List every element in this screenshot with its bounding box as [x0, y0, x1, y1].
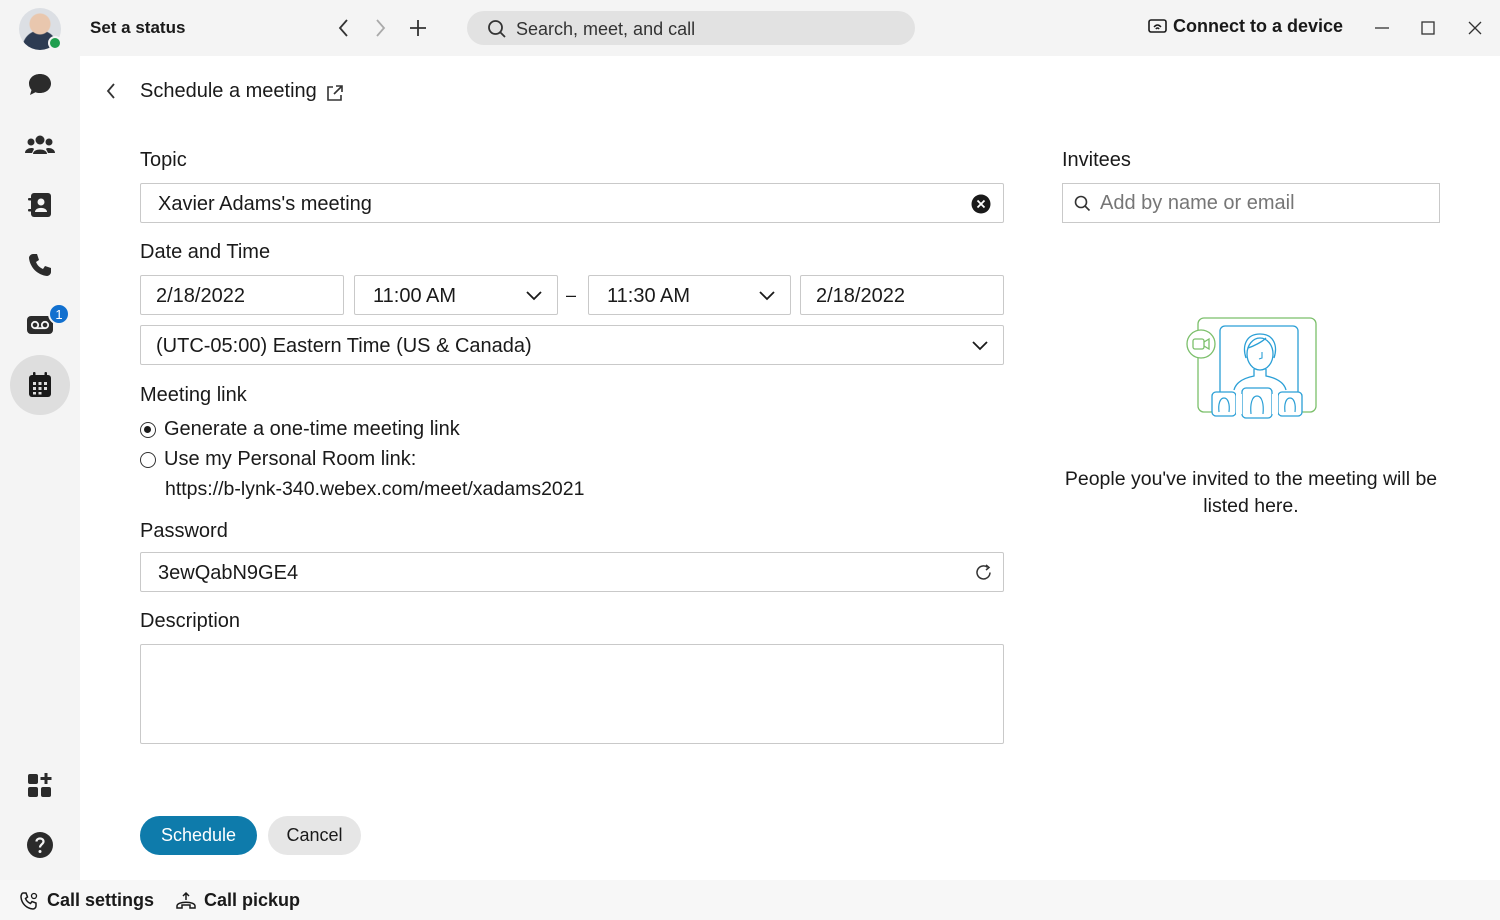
- password-label: Password: [140, 520, 228, 542]
- plus-icon: [410, 20, 426, 36]
- chevron-left-icon: [338, 19, 348, 37]
- maximize-icon: [1421, 21, 1435, 35]
- topic-label: Topic: [140, 149, 187, 171]
- invitee-search-input[interactable]: Add by name or email: [1062, 183, 1440, 223]
- password-field[interactable]: 3ewQabN9GE4: [140, 552, 1004, 592]
- presence-indicator: [48, 36, 62, 50]
- device-icon: [1148, 18, 1167, 33]
- chevron-left-icon: [106, 83, 115, 99]
- personal-room-label: Use my Personal Room link:: [164, 448, 417, 470]
- end-date-value: 2/18/2022: [816, 285, 905, 307]
- page-title: Schedule a meeting: [140, 80, 317, 102]
- one-time-link-label: Generate a one-time meeting link: [164, 418, 460, 440]
- top-bar: Set a status Search, meet, and call Conn…: [0, 0, 1500, 56]
- topic-field[interactable]: Xavier Adams's meeting: [140, 183, 1004, 223]
- set-status-button[interactable]: Set a status: [90, 18, 185, 38]
- app-window: Set a status Search, meet, and call Conn…: [0, 0, 1500, 920]
- chevron-down-icon: [759, 291, 775, 301]
- personal-room-url: https://b-lynk-340.webex.com/meet/xadams…: [165, 478, 585, 500]
- back-nav-button[interactable]: [330, 14, 358, 42]
- rail-item-teams[interactable]: [20, 125, 60, 165]
- start-time-value: 11:00 AM: [373, 285, 457, 307]
- contacts-icon: [28, 193, 51, 217]
- chevron-down-icon: [526, 291, 542, 301]
- rail-item-apps[interactable]: [20, 765, 60, 805]
- chevron-down-icon: [972, 341, 988, 351]
- end-date-field[interactable]: 2/18/2022: [800, 275, 1004, 315]
- one-time-link-option[interactable]: Generate a one-time meeting link: [140, 418, 460, 441]
- help-icon: [27, 832, 53, 858]
- schedule-button[interactable]: Schedule: [140, 816, 257, 855]
- end-time-value: 11:30 AM: [607, 285, 691, 307]
- apps-grid-icon: [28, 773, 52, 797]
- rail-item-help[interactable]: [20, 825, 60, 865]
- start-date-field[interactable]: 2/18/2022: [140, 275, 344, 315]
- radio-unselected[interactable]: [140, 451, 156, 468]
- search-icon: [488, 20, 506, 38]
- chat-bubble-icon: [29, 74, 51, 95]
- rail-item-messaging[interactable]: [20, 65, 60, 105]
- date-time-label: Date and Time: [140, 241, 271, 263]
- search-input[interactable]: Search, meet, and call: [467, 11, 915, 45]
- external-link-icon: [327, 85, 343, 101]
- invitees-label: Invitees: [1062, 149, 1131, 171]
- voicemail-count-badge: 1: [48, 303, 70, 325]
- description-textarea[interactable]: [140, 644, 1004, 744]
- chevron-right-icon: [376, 19, 386, 37]
- rail-item-contacts[interactable]: [20, 185, 60, 225]
- description-label: Description: [140, 610, 241, 632]
- bottom-bar: Call settings Call pickup: [0, 880, 1500, 920]
- clear-icon[interactable]: [971, 194, 991, 214]
- call-pickup-icon: [176, 891, 196, 909]
- teams-icon: [25, 135, 55, 154]
- new-button[interactable]: [404, 14, 432, 42]
- personal-room-option[interactable]: Use my Personal Room link:: [140, 448, 416, 471]
- invitees-empty-message: People you've invited to the meeting wil…: [1064, 468, 1438, 517]
- start-time-select[interactable]: 11:00 AM: [354, 275, 558, 315]
- refresh-icon[interactable]: [974, 563, 993, 582]
- call-pickup-button[interactable]: Call pickup: [176, 890, 300, 911]
- search-placeholder: Search, meet, and call: [516, 19, 696, 39]
- phone-icon: [29, 254, 51, 276]
- call-settings-label: Call settings: [47, 890, 155, 910]
- end-time-select[interactable]: 11:30 AM: [588, 275, 791, 315]
- search-icon: [1074, 195, 1091, 212]
- meetings-rail-icon-wrap: [20, 365, 60, 405]
- maximize-button[interactable]: [1414, 14, 1442, 42]
- meeting-link-label: Meeting link: [140, 384, 247, 406]
- call-pickup-label: Call pickup: [204, 890, 301, 910]
- rail-item-calling[interactable]: [20, 245, 60, 285]
- close-icon: [1468, 21, 1482, 35]
- avatar[interactable]: [19, 8, 62, 50]
- invitee-placeholder: Add by name or email: [1100, 192, 1295, 214]
- forward-nav-button[interactable]: [366, 14, 394, 42]
- minimize-icon: [1375, 27, 1389, 29]
- time-separator: –: [566, 285, 577, 305]
- pop-out-button[interactable]: [325, 83, 345, 108]
- cancel-button[interactable]: Cancel: [268, 816, 361, 855]
- calendar-icon: [29, 372, 51, 397]
- back-button[interactable]: [100, 80, 122, 102]
- start-date-value: 2/18/2022: [156, 285, 245, 307]
- close-window-button[interactable]: [1461, 14, 1489, 42]
- connect-device-button[interactable]: Connect to a device: [1148, 16, 1343, 37]
- timezone-select[interactable]: (UTC-05:00) Eastern Time (US & Canada): [140, 325, 1004, 365]
- connect-device-label: Connect to a device: [1173, 16, 1344, 36]
- left-rail: 1: [0, 56, 80, 920]
- password-value: 3ewQabN9GE4: [158, 562, 299, 584]
- call-settings-icon: [20, 891, 38, 910]
- invitees-empty-illustration: [1186, 317, 1317, 419]
- call-settings-button[interactable]: Call settings: [19, 890, 154, 911]
- topic-value: Xavier Adams's meeting: [158, 193, 372, 215]
- radio-selected[interactable]: [140, 421, 156, 438]
- minimize-button[interactable]: [1368, 14, 1396, 42]
- timezone-value: (UTC-05:00) Eastern Time (US & Canada): [156, 335, 532, 357]
